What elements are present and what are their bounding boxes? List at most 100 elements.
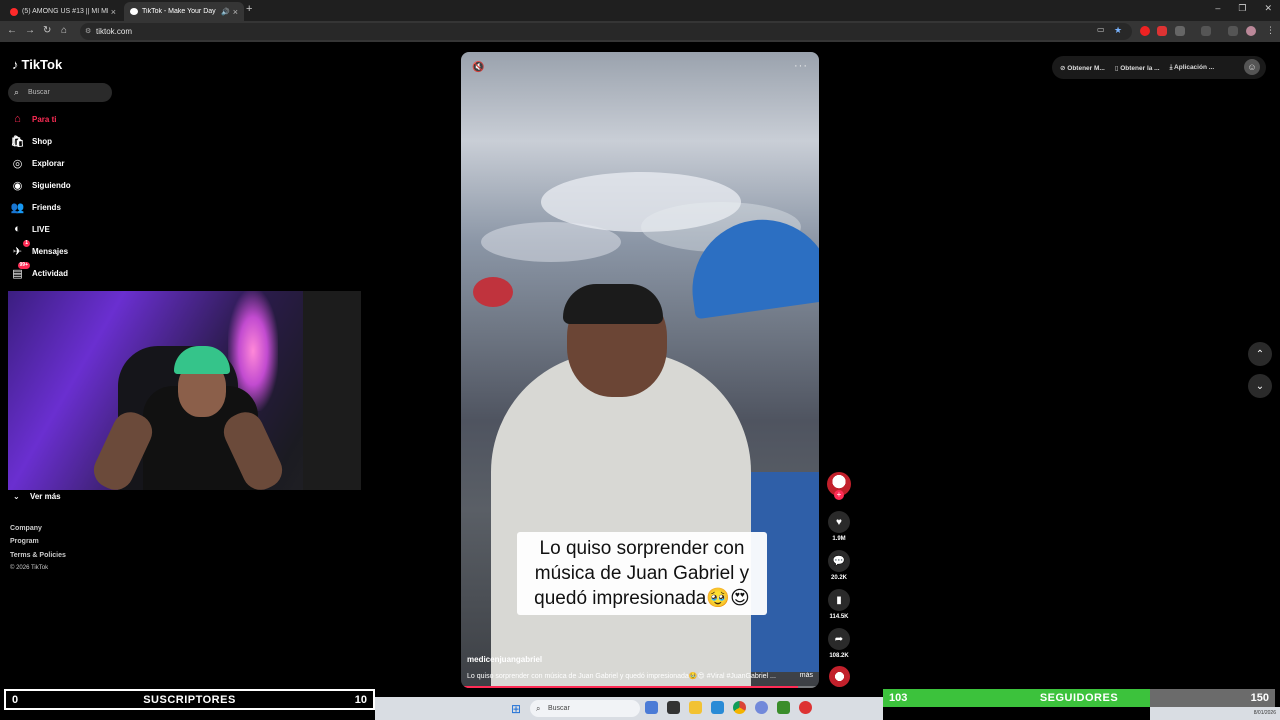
- subscriber-goal: 10: [354, 693, 367, 706]
- desktop-app-label: Aplicación ...: [1174, 63, 1215, 71]
- sidebar-item-explorar[interactable]: ◎ Explorar: [10, 155, 65, 171]
- youtube-favicon-icon: [10, 7, 18, 16]
- comment-button[interactable]: 💬 20.2K: [827, 550, 851, 581]
- home-icon[interactable]: ⌂: [61, 25, 67, 36]
- share-count: 108.2K: [829, 653, 849, 659]
- volume-icon[interactable]: 🔇: [472, 62, 484, 73]
- sidebar-item-live[interactable]: ◐ LIVE: [10, 221, 50, 237]
- get-coins-label: Obtener M...: [1067, 64, 1105, 72]
- follower-current: 103: [889, 692, 908, 704]
- sidebar-item-label: Shop: [32, 136, 52, 146]
- man-in-shirt: [491, 352, 751, 688]
- streamer-webcam-overlay: [8, 291, 361, 490]
- sidebar-item-label: Friends: [32, 202, 61, 212]
- system-tray-clock: 8/01/2026: [1150, 707, 1280, 720]
- bookmark-icon: ▮: [828, 589, 850, 611]
- sidebar-item-para-ti[interactable]: ⌂ Para ti: [10, 111, 56, 127]
- more-link[interactable]: más: [800, 672, 813, 680]
- tab-youtube[interactable]: (5) AMONG US #13 || MI MEJO ×: [4, 2, 122, 21]
- video-player[interactable]: 🔇 ··· Lo quiso sorprender con música de …: [461, 52, 819, 688]
- footer-link-terms[interactable]: Terms & Policies: [10, 552, 66, 559]
- app-icon[interactable]: [799, 701, 812, 714]
- media-icon[interactable]: [1228, 26, 1238, 36]
- minimize-icon[interactable]: –: [1215, 3, 1220, 14]
- search-input[interactable]: ⌕ Buscar: [8, 83, 112, 102]
- forward-icon[interactable]: →: [25, 25, 35, 36]
- discord-icon[interactable]: [755, 701, 768, 714]
- sidebar-item-shop[interactable]: 🛍 Shop: [10, 133, 52, 149]
- chrome-icon[interactable]: [733, 701, 746, 714]
- app-icon[interactable]: [645, 701, 658, 714]
- shelf: [303, 291, 361, 490]
- compass-icon: ◎: [12, 157, 23, 170]
- menu-icon[interactable]: ⋮: [1266, 25, 1275, 36]
- tiktok-logo[interactable]: ♪ TikTok: [12, 57, 62, 72]
- more-options-icon[interactable]: ···: [794, 60, 808, 72]
- desktop-app-button[interactable]: ⤓ Aplicación ...: [1170, 64, 1215, 72]
- save-button[interactable]: ▮ 114.5K: [827, 589, 851, 620]
- like-button[interactable]: ♥ 1.9M: [827, 511, 851, 542]
- following-icon: ◉: [12, 179, 23, 192]
- extension-icon[interactable]: [1140, 26, 1150, 36]
- previous-video-button[interactable]: ⌃: [1248, 342, 1272, 366]
- taskbar-search-input[interactable]: ⌕ Buscar: [530, 700, 640, 717]
- notification-badge: 1: [23, 239, 30, 247]
- file-explorer-icon[interactable]: [689, 701, 702, 714]
- url-text: tiktok.com: [96, 27, 133, 36]
- author-avatar[interactable]: +: [827, 472, 851, 500]
- chevron-up-icon: ⌃: [1255, 348, 1265, 360]
- see-more-button[interactable]: ⌄ Ver más: [13, 492, 61, 501]
- close-window-icon[interactable]: ✕: [1264, 3, 1272, 14]
- chevron-down-icon: ⌄: [13, 492, 20, 501]
- taskbar-search-placeholder: Buscar: [548, 705, 570, 712]
- share-icon: ➦: [828, 628, 850, 650]
- sidebar-item-actividad[interactable]: ▤ 99+ Actividad: [10, 261, 68, 281]
- sidebar-item-friends[interactable]: 👥 Friends: [10, 199, 61, 215]
- video-progress-bar[interactable]: [461, 686, 819, 688]
- copyright: © 2026 TikTok: [10, 565, 49, 571]
- music-disc-icon[interactable]: [829, 666, 850, 687]
- subscriber-label: SUSCRIPTORES: [143, 693, 236, 706]
- get-app-button[interactable]: ▯ Obtener la ...: [1115, 64, 1160, 72]
- extension-icon[interactable]: [1157, 26, 1167, 36]
- share-button[interactable]: ➦ 108.2K: [827, 628, 851, 659]
- sidebar-item-label: Para ti: [32, 114, 57, 124]
- site-info-icon[interactable]: ⚙: [85, 23, 91, 40]
- close-icon[interactable]: ×: [233, 7, 238, 17]
- extensions-puzzle-icon[interactable]: [1175, 26, 1185, 36]
- subscriber-goal-bar: 0 SUSCRIPTORES 10: [4, 689, 375, 710]
- profile-avatar[interactable]: [1246, 26, 1256, 36]
- next-video-button[interactable]: ⌄: [1248, 374, 1272, 398]
- maximize-icon[interactable]: ❐: [1238, 3, 1246, 14]
- reload-icon[interactable]: ↻: [43, 25, 51, 36]
- footer-link-company[interactable]: Company: [10, 525, 42, 532]
- search-placeholder: Buscar: [28, 89, 50, 96]
- close-icon[interactable]: ×: [111, 7, 116, 17]
- windows-start-icon[interactable]: ⊞: [511, 702, 521, 716]
- app-icon[interactable]: [711, 701, 724, 714]
- footer-link-program[interactable]: Program: [10, 538, 39, 545]
- sidebar-icon[interactable]: [1201, 26, 1211, 36]
- sidebar-item-siguiendo[interactable]: ◉ Siguiendo: [10, 177, 71, 193]
- window-controls: – ❐ ✕: [1215, 3, 1272, 14]
- cast-icon[interactable]: ▭: [1097, 25, 1105, 34]
- windows-taskbar: ⊞ ⌕ Buscar: [375, 697, 883, 720]
- profile-icon[interactable]: ☺: [1244, 59, 1260, 75]
- url-bar[interactable]: ⚙ tiktok.com: [80, 23, 1132, 40]
- video-author[interactable]: medicenjuangabriel: [467, 655, 542, 664]
- back-icon[interactable]: ←: [7, 25, 17, 36]
- new-tab-button[interactable]: +: [246, 3, 252, 15]
- follower-label: SEGUIDORES: [1039, 692, 1119, 704]
- get-coins-button[interactable]: ⊘ Obtener M...: [1060, 64, 1105, 72]
- task-view-icon[interactable]: [667, 701, 680, 714]
- comment-count: 20.2K: [830, 575, 847, 581]
- heart-icon: ♥: [828, 511, 850, 533]
- minecraft-icon[interactable]: [777, 701, 790, 714]
- bookmark-star-icon[interactable]: ★: [1114, 25, 1122, 36]
- search-icon: ⌕: [536, 704, 541, 713]
- sidebar-item-mensajes[interactable]: ✈ 1 Mensajes: [10, 239, 69, 259]
- tab-tiktok[interactable]: TikTok - Make Your Day 🔊 ×: [124, 2, 244, 21]
- sidebar-item-label: Mensajes: [32, 246, 69, 256]
- speaker-icon[interactable]: 🔊: [221, 8, 230, 16]
- follow-plus-icon[interactable]: +: [834, 490, 844, 500]
